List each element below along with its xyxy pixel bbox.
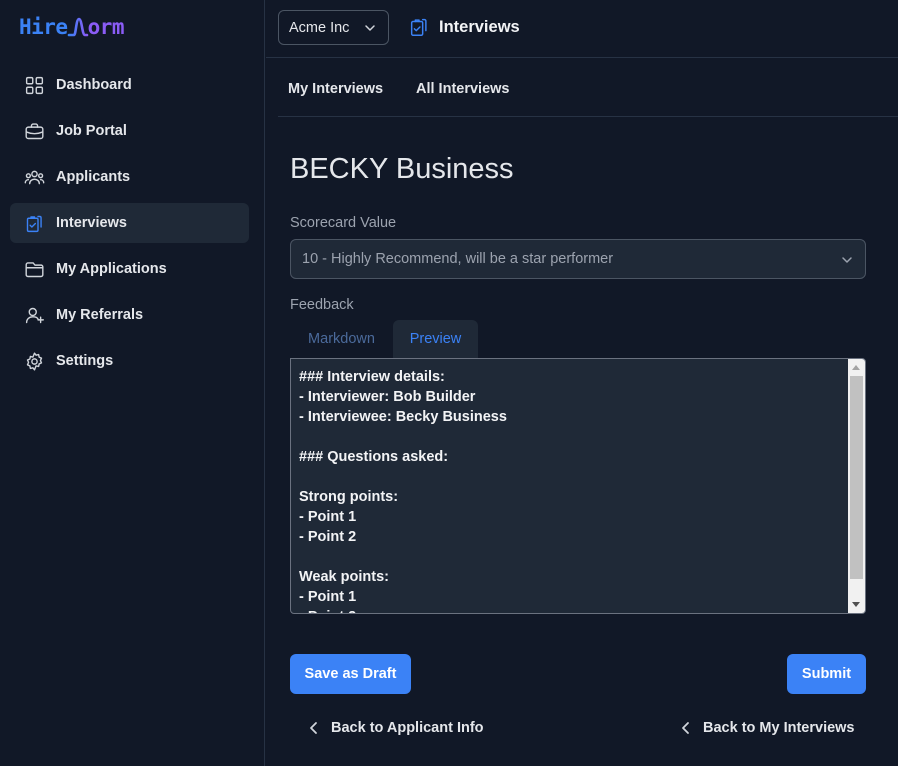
- save-draft-button[interactable]: Save as Draft: [290, 654, 411, 694]
- app-logo[interactable]: Hire orm: [19, 13, 125, 41]
- back-to-interviews-label: Back to My Interviews: [703, 720, 855, 736]
- clipboard-check-icon: [410, 18, 427, 36]
- sidebar: Hire orm Dashboard Job Portal Applicants…: [0, 0, 265, 766]
- top-bar: Acme Inc Interviews: [266, 0, 898, 58]
- tab-markdown[interactable]: Markdown: [290, 320, 393, 358]
- scorecard-label: Scorecard Value: [290, 215, 397, 231]
- sidebar-item-interviews[interactable]: Interviews: [10, 203, 249, 243]
- interview-tabs: My Interviews All Interviews: [278, 58, 898, 117]
- users-icon: [23, 166, 45, 188]
- gear-icon: [23, 350, 45, 372]
- sidebar-nav: Dashboard Job Portal Applicants Intervie…: [10, 65, 249, 387]
- tab-my-interviews[interactable]: My Interviews: [288, 81, 383, 97]
- feedback-scrollbar[interactable]: [848, 359, 865, 613]
- feedback-preview[interactable]: ### Interview details: - Interviewer: Bo…: [290, 358, 866, 614]
- back-to-applicant-label: Back to Applicant Info: [331, 720, 484, 736]
- sidebar-item-label: Job Portal: [56, 123, 127, 139]
- back-to-applicant-link[interactable]: Back to Applicant Info: [307, 720, 484, 736]
- page-header: Interviews: [408, 15, 520, 39]
- sidebar-item-settings[interactable]: Settings: [10, 341, 249, 381]
- sidebar-item-label: Dashboard: [56, 77, 132, 93]
- clipboard-check-icon: [23, 212, 45, 234]
- scrollbar-thumb[interactable]: [850, 376, 863, 579]
- feedback-label: Feedback: [290, 297, 354, 313]
- scroll-up-arrow-icon[interactable]: [852, 365, 860, 370]
- sidebar-item-label: Settings: [56, 353, 114, 369]
- organization-name: Acme Inc: [289, 19, 350, 36]
- user-plus-icon: [23, 304, 45, 326]
- sidebar-item-label: Applicants: [56, 169, 131, 185]
- logo-text-1: Hire: [19, 15, 68, 39]
- grid-icon: [23, 74, 45, 96]
- scorecard-selected-value: 10 - Highly Recommend, will be a star pe…: [302, 251, 614, 267]
- sidebar-item-job-portal[interactable]: Job Portal: [10, 111, 249, 151]
- tab-preview[interactable]: Preview: [393, 320, 478, 358]
- sidebar-item-my-applications[interactable]: My Applications: [10, 249, 249, 289]
- feedback-text: ### Interview details: - Interviewer: Bo…: [299, 369, 507, 613]
- logo-text-2: orm: [87, 15, 125, 39]
- scorecard-select[interactable]: 10 - Highly Recommend, will be a star pe…: [290, 239, 866, 279]
- page-header-title: Interviews: [439, 17, 520, 36]
- chevron-left-icon: [310, 722, 317, 734]
- sidebar-item-label: My Applications: [56, 261, 167, 277]
- sidebar-item-my-referrals[interactable]: My Referrals: [10, 295, 249, 335]
- sidebar-item-applicants[interactable]: Applicants: [10, 157, 249, 197]
- chevron-down-icon: [365, 25, 375, 31]
- organization-select[interactable]: Acme Inc: [278, 10, 389, 45]
- logo-wave-icon: [67, 17, 88, 37]
- tab-all-interviews[interactable]: All Interviews: [416, 81, 509, 97]
- submit-button[interactable]: Submit: [787, 654, 866, 694]
- briefcase-icon: [23, 120, 45, 142]
- folder-icon: [23, 258, 45, 280]
- page-title: BECKY Business: [290, 153, 514, 185]
- chevron-left-icon: [682, 722, 689, 734]
- sidebar-item-label: Interviews: [56, 215, 127, 231]
- sidebar-item-label: My Referrals: [56, 307, 144, 323]
- sidebar-item-dashboard[interactable]: Dashboard: [10, 65, 249, 105]
- back-to-interviews-link[interactable]: Back to My Interviews: [679, 720, 855, 736]
- scroll-down-arrow-icon[interactable]: [852, 602, 860, 607]
- chevron-down-icon: [842, 257, 852, 263]
